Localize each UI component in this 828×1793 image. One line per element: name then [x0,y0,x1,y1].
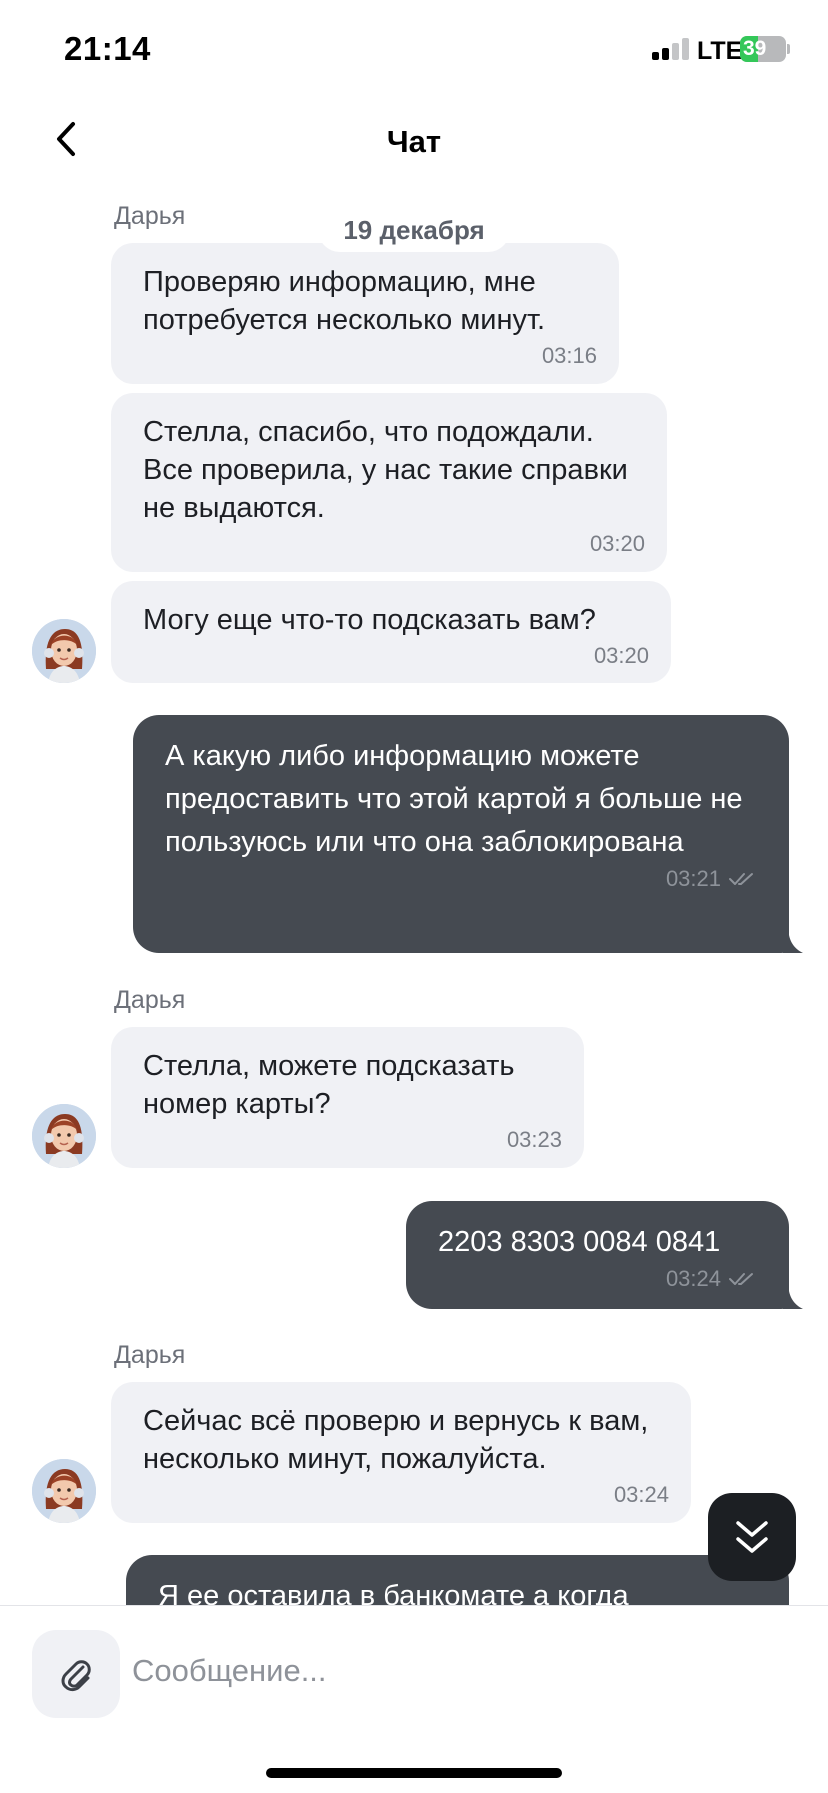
sender-name: Дарья [114,202,186,230]
agent-avatar-icon [32,1104,96,1168]
agent-avatar-icon [32,1459,96,1523]
message-time: 03:23 [506,1127,562,1152]
card-number-link[interactable]: 2203 8303 0084 0841 [438,1221,757,1264]
avatar [32,1104,96,1168]
message-time: 03:20 [589,531,645,556]
message-text: Стелла, можете подсказать номер карты? [143,1050,515,1120]
status-time: 21:14 [64,30,151,67]
sender-name: Дарья [114,986,186,1014]
message-text: Сейчас всё проверю и вернусь к вам, неск… [143,1405,649,1475]
bubble-tail [783,935,803,953]
double-check-icon [729,873,753,885]
sender-name: Дарья [114,1341,186,1369]
message-time: 03:20 [593,643,649,668]
message-text: Проверяю информацию, мне потребуется нес… [143,266,546,336]
message-time: 03:24 [613,1482,669,1507]
scroll-to-bottom-button[interactable] [708,1493,796,1581]
agent-avatar-icon [32,619,96,683]
message-incoming[interactable]: Могу еще что-то подсказать вам? 03:20 [111,581,671,683]
avatar [32,619,96,683]
page-title: Чат [386,124,442,159]
double-check-icon [729,1273,753,1285]
message-composer [0,1605,828,1793]
home-indicator[interactable] [266,1768,562,1778]
nav-bar: Чат [0,100,828,180]
message-text: Могу еще что-то подсказать вам? [143,604,596,636]
message-outgoing[interactable]: 2203 8303 0084 0841 03:24 [406,1201,789,1309]
message-time: 03:16 [541,343,597,368]
paperclip-icon [61,1660,91,1692]
network-type: LTE [697,37,743,65]
message-incoming[interactable]: Стелла, спасибо, что подождали. Все пров… [111,393,667,572]
chat-area[interactable]: Дарья Проверяю информацию, мне потребует… [0,180,828,1605]
message-outgoing[interactable]: Я ее оставила в банкомате а когда [126,1555,789,1605]
date-divider: 19 декабря [318,208,510,252]
message-text: Я ее оставила в банкомате а когда [158,1580,629,1605]
message-time: 03:21 [665,866,721,891]
avatar [32,1459,96,1523]
message-incoming[interactable]: Проверяю информацию, мне потребуется нес… [111,243,619,384]
message-time: 03:24 [665,1266,721,1291]
message-input[interactable] [132,1636,772,1706]
attach-button[interactable] [32,1630,120,1718]
bubble-tail [783,1291,803,1309]
battery-icon: 39 [740,36,790,62]
message-incoming[interactable]: Стелла, можете подсказать номер карты? 0… [111,1027,584,1168]
double-chevron-down-icon [736,1521,768,1553]
message-incoming[interactable]: Сейчас всё проверю и вернусь к вам, неск… [111,1382,691,1523]
signal-icon [652,38,690,60]
status-bar: 21:14 LTE 39 [0,0,828,100]
message-text: Стелла, спасибо, что подождали. Все пров… [143,416,628,524]
battery-percent: 39 [743,37,767,60]
message-text: А какую либо информацию можете предостав… [165,740,743,858]
message-outgoing[interactable]: А какую либо информацию можете предостав… [133,715,789,953]
